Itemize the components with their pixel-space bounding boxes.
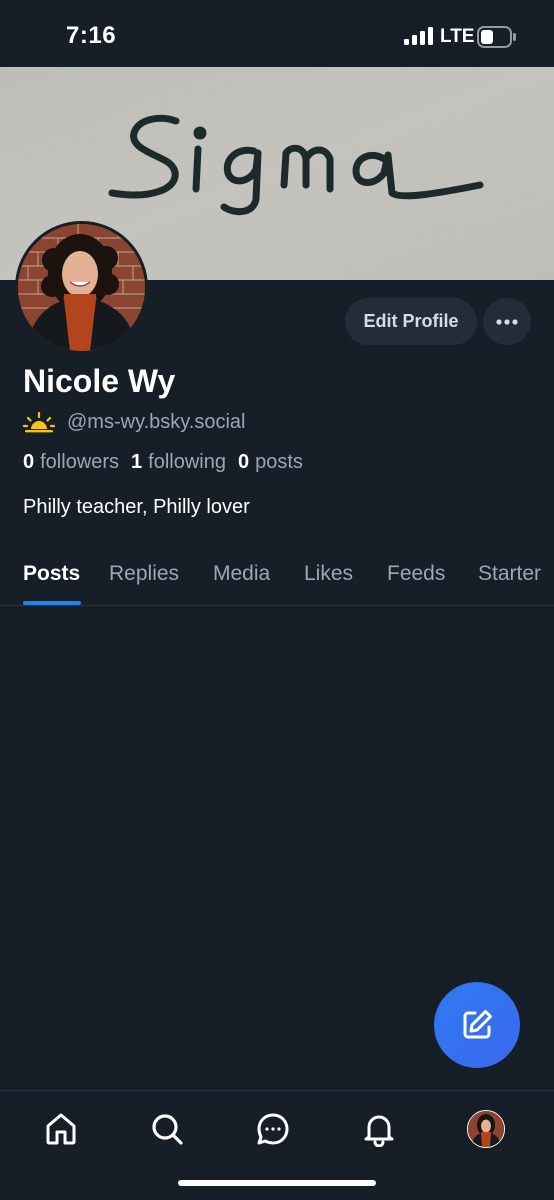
home-indicator[interactable]: [178, 1180, 376, 1186]
posts-count: 0: [238, 451, 250, 473]
more-options-button[interactable]: [483, 298, 531, 345]
sun-icon: [23, 411, 55, 433]
profile-avatar[interactable]: [15, 221, 148, 354]
nav-search[interactable]: [147, 1109, 187, 1149]
status-time: 7:16: [66, 22, 117, 49]
profile-tabs: Posts Replies Media Likes Feeds Starter: [0, 545, 554, 606]
following-count: 1: [131, 451, 143, 473]
nav-profile-avatar[interactable]: [467, 1110, 505, 1148]
active-tab-indicator: [23, 601, 81, 605]
compose-button[interactable]: [434, 982, 520, 1068]
nav-home[interactable]: [41, 1109, 81, 1149]
profile-bio: Philly teacher, Philly lover: [23, 496, 250, 518]
following-stat[interactable]: 1 following: [131, 451, 226, 474]
chat-icon: [257, 1113, 289, 1145]
tab-feeds[interactable]: Feeds: [387, 562, 445, 586]
nav-notifications[interactable]: [359, 1109, 399, 1149]
avatar-photo: [18, 224, 145, 351]
handle-row: @ms-wy.bsky.social: [23, 408, 245, 436]
bell-icon: [364, 1115, 394, 1147]
tab-likes[interactable]: Likes: [304, 562, 353, 586]
tab-media[interactable]: Media: [213, 562, 270, 586]
tab-replies[interactable]: Replies: [109, 562, 179, 586]
profile-avatar-thumb: [468, 1111, 504, 1147]
followers-label: followers: [40, 451, 120, 473]
more-horizontal-icon: [496, 318, 518, 325]
followers-stat[interactable]: 0 followers: [23, 451, 119, 474]
handle-text: @ms-wy.bsky.social: [67, 410, 246, 433]
network-label: LTE: [440, 26, 475, 47]
compose-icon: [463, 1010, 492, 1039]
battery-icon: [477, 26, 516, 48]
tab-posts[interactable]: Posts: [23, 562, 80, 586]
nav-chat[interactable]: [253, 1109, 293, 1149]
following-label: following: [148, 451, 226, 473]
search-icon: [152, 1114, 183, 1145]
display-name: Nicole Wy: [23, 363, 176, 399]
posts-stat: 0 posts: [238, 451, 303, 474]
signal-icon: [404, 27, 433, 45]
edit-profile-button[interactable]: Edit Profile: [345, 298, 477, 345]
tab-starter[interactable]: Starter: [478, 562, 541, 586]
home-icon: [46, 1113, 76, 1145]
followers-count: 0: [23, 451, 35, 473]
posts-label: posts: [255, 451, 303, 473]
status-bar: 7:16 LTE: [0, 0, 554, 67]
stats-row: 0 followers 1 following 0 posts: [23, 451, 315, 474]
